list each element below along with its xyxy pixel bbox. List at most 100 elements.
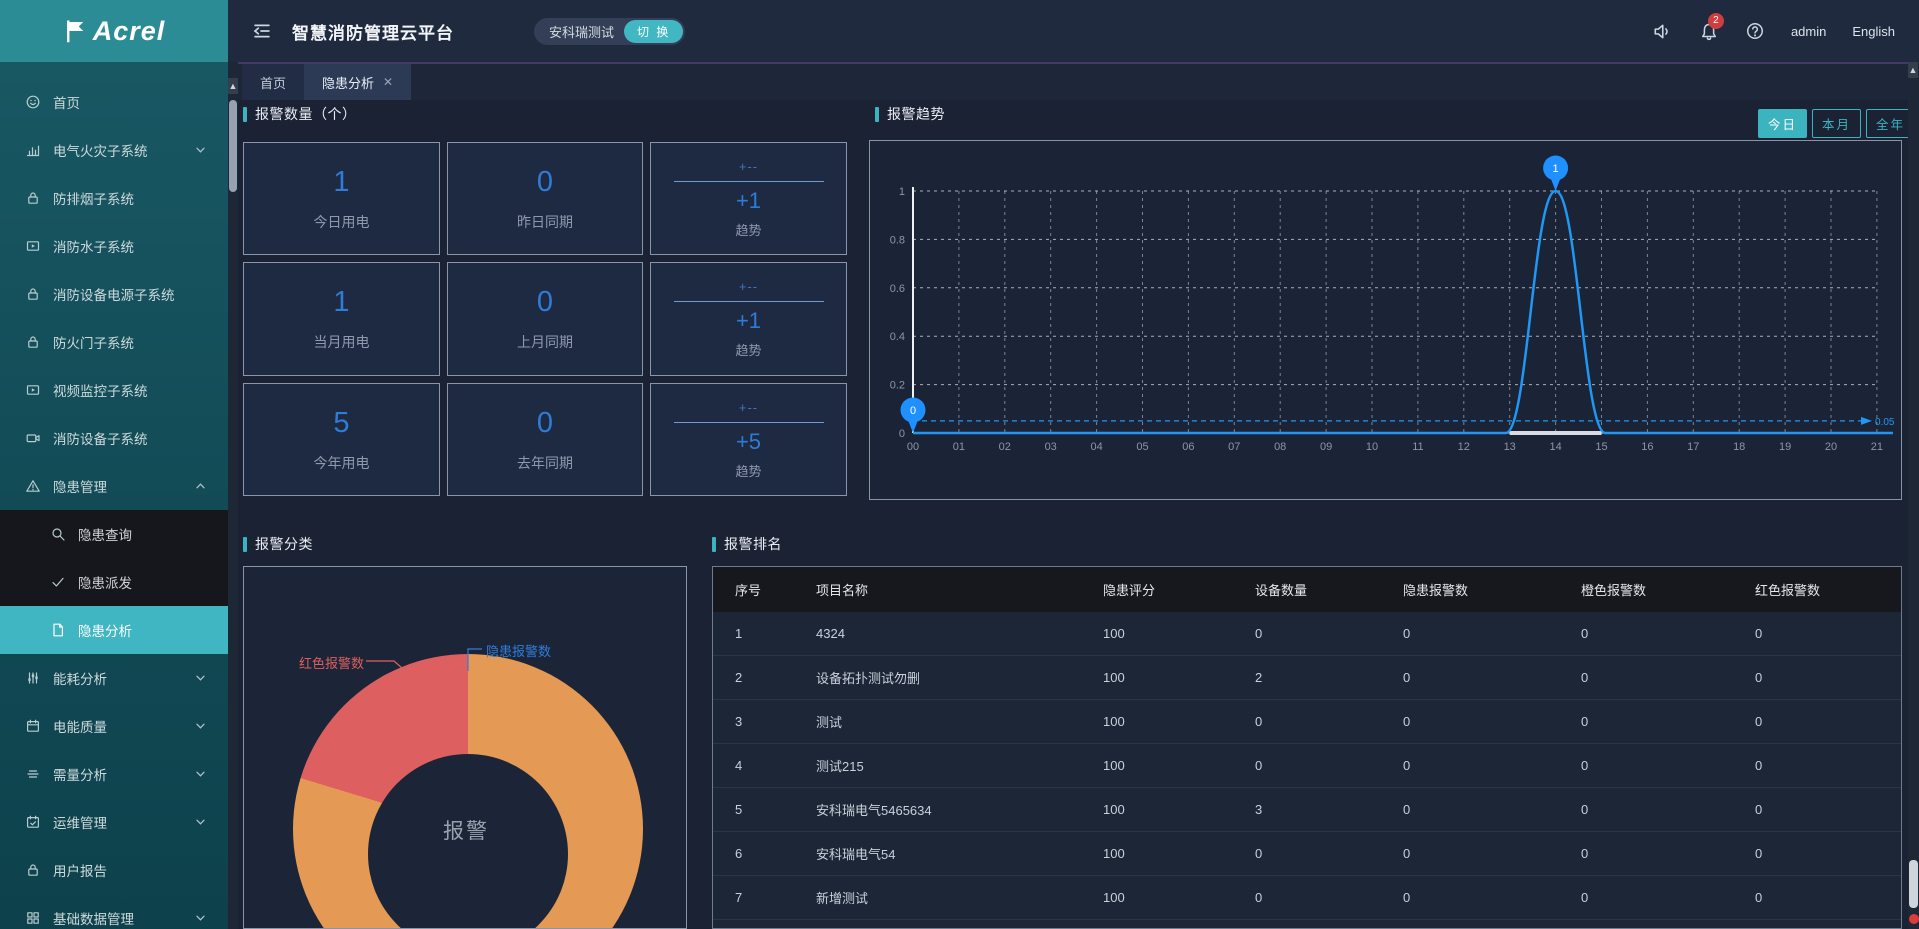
table-cell: 0 (1755, 714, 1901, 729)
app-root: Acrel 智慧消防管理云平台 安科瑞测试 切 换 2 (0, 0, 1919, 929)
table-row[interactable]: 5安科瑞电气54656341003000 (713, 788, 1901, 832)
stat-value: 0 (537, 407, 553, 440)
sidebar-item-基础数据管理[interactable]: 基础数据管理 (0, 894, 228, 929)
menu-collapse-icon[interactable] (252, 21, 272, 41)
table-row[interactable]: 7新增测试1000000 (713, 876, 1901, 920)
trend-label: 趋势 (735, 461, 761, 480)
user-menu[interactable]: admin (1791, 24, 1826, 39)
sidebar-item-首页[interactable]: 首页 (0, 78, 228, 126)
table-row[interactable]: 4测试2151000000 (713, 744, 1901, 788)
sidebar-item-label: 电气火灾子系统 (53, 140, 148, 160)
sidebar-item-label: 隐患分析 (78, 620, 132, 640)
table-cell: 2 (735, 670, 816, 685)
sidebar-item-消防水子系统[interactable]: 消防水子系统 (0, 222, 228, 270)
table-row[interactable]: 143241000000 (713, 612, 1901, 656)
sidebar-item-用户报告[interactable]: 用户报告 (0, 846, 228, 894)
table-cell: 设备拓扑测试勿删 (816, 668, 1103, 687)
sidebar-scroll-up-icon[interactable]: ▲ (228, 78, 238, 94)
table-cell: 100 (1103, 802, 1255, 817)
lock-icon (25, 286, 41, 302)
sidebar-item-label: 基础数据管理 (53, 908, 134, 928)
sidebar-item-隐患派发[interactable]: 隐患派发 (0, 558, 228, 606)
sidebar-item-电气火灾子系统[interactable]: 电气火灾子系统 (0, 126, 228, 174)
switch-project-button[interactable]: 切 换 (624, 20, 683, 43)
range-button-本月[interactable]: 本月 (1812, 109, 1861, 138)
grid-icon (25, 910, 41, 926)
stat-label: 今年用电 (314, 453, 370, 473)
sidebar-item-防火门子系统[interactable]: 防火门子系统 (0, 318, 228, 366)
table-cell: 1 (735, 626, 816, 641)
sidebar-item-label: 需量分析 (53, 764, 107, 784)
range-button-今日[interactable]: 今日 (1758, 109, 1807, 138)
trend-chart: 00.20.40.60.8100010203040506070809101112… (869, 140, 1902, 500)
volume-icon[interactable] (1652, 21, 1673, 42)
table-row[interactable]: 6安科瑞电气541000000 (713, 832, 1901, 876)
sidebar-item-消防设备子系统[interactable]: 消防设备子系统 (0, 414, 228, 462)
table-cell: 0 (1755, 846, 1901, 861)
svg-text:0.05: 0.05 (1875, 417, 1895, 428)
sidebar-item-隐患管理[interactable]: 隐患管理 (0, 462, 228, 510)
sidebar-scroll-thumb[interactable] (229, 100, 237, 192)
table-cell: 4 (735, 758, 816, 773)
svg-text:02: 02 (999, 441, 1011, 453)
table-cell: 0 (1255, 890, 1403, 905)
donut-center-label: 报警 (244, 815, 687, 845)
language-switcher[interactable]: English (1852, 24, 1895, 39)
header-actions: 2 admin English (1652, 21, 1919, 42)
tab-首页[interactable]: 首页 (242, 64, 304, 100)
trend-range-buttons: 今日本月全年 (1758, 109, 1915, 138)
sidebar-item-消防设备电源子系统[interactable]: 消防设备电源子系统 (0, 270, 228, 318)
sidebar-item-label: 用户报告 (53, 860, 107, 880)
sidebar-item-运维管理[interactable]: 运维管理 (0, 798, 228, 846)
tab-隐患分析[interactable]: 隐患分析✕ (304, 64, 411, 100)
stat-card-上月同期: 0上月同期 (447, 262, 643, 376)
table-cell: 100 (1103, 670, 1255, 685)
alarm-count-title-text: 报警数量（个） (255, 104, 357, 124)
sidebar-item-电能质量[interactable]: 电能质量 (0, 702, 228, 750)
sidebar-scrollbar[interactable]: ▲ (228, 62, 238, 929)
table-cell: 0 (1755, 890, 1901, 905)
chevron-down-icon (195, 818, 206, 826)
help-icon[interactable] (1745, 21, 1765, 41)
table-cell: 100 (1103, 846, 1255, 861)
sidebar-item-需量分析[interactable]: 需量分析 (0, 750, 228, 798)
stat-value: 0 (537, 286, 553, 319)
svg-text:0.4: 0.4 (890, 331, 905, 343)
table-cell: 0 (1403, 714, 1581, 729)
column-header-序号: 序号 (735, 580, 816, 599)
donut-label-hidden-alarms: 隐患报警数 (486, 641, 551, 660)
svg-text:10: 10 (1366, 441, 1378, 453)
table-cell: 0 (1403, 846, 1581, 861)
table-row[interactable]: 3测试1000000 (713, 700, 1901, 744)
sidebar-item-label: 视频监控子系统 (53, 380, 148, 400)
stat-value: 5 (333, 407, 349, 440)
sidebar-item-防排烟子系统[interactable]: 防排烟子系统 (0, 174, 228, 222)
sidebar-item-隐患查询[interactable]: 隐患查询 (0, 510, 228, 558)
title-accent-bar (875, 107, 879, 122)
page-scrollbar[interactable]: ▲ (1908, 62, 1919, 929)
table-cell: 3 (735, 714, 816, 729)
lock-icon (25, 190, 41, 206)
notifications-bell-icon[interactable]: 2 (1699, 21, 1719, 42)
sidebar-item-隐患分析[interactable]: 隐患分析 (0, 606, 228, 654)
sidebar-item-视频监控子系统[interactable]: 视频监控子系统 (0, 366, 228, 414)
sidebar-nav: 首页电气火灾子系统防排烟子系统消防水子系统消防设备电源子系统防火门子系统视频监控… (0, 62, 228, 929)
svg-text:0.2: 0.2 (890, 380, 905, 392)
stat-value: 1 (333, 166, 349, 199)
sidebar-item-label: 电能质量 (53, 716, 107, 736)
page-scroll-thumb[interactable] (1909, 860, 1918, 908)
tab-close-icon[interactable]: ✕ (383, 75, 393, 89)
sidebar-item-能耗分析[interactable]: 能耗分析 (0, 654, 228, 702)
table-cell: 0 (1255, 846, 1403, 861)
page-scroll-up-icon[interactable]: ▲ (1908, 62, 1918, 78)
trend-label: 趋势 (735, 220, 761, 239)
table-cell: 5 (735, 802, 816, 817)
doc-icon (50, 622, 66, 638)
table-cell: 0 (1255, 758, 1403, 773)
sidebar-item-label: 隐患派发 (78, 572, 132, 592)
rows-icon (25, 766, 41, 782)
table-row[interactable]: 2设备拓扑测试勿删1002000 (713, 656, 1901, 700)
sliders-icon (25, 670, 41, 686)
svg-text:05: 05 (1136, 441, 1148, 453)
svg-text:00: 00 (907, 441, 919, 453)
